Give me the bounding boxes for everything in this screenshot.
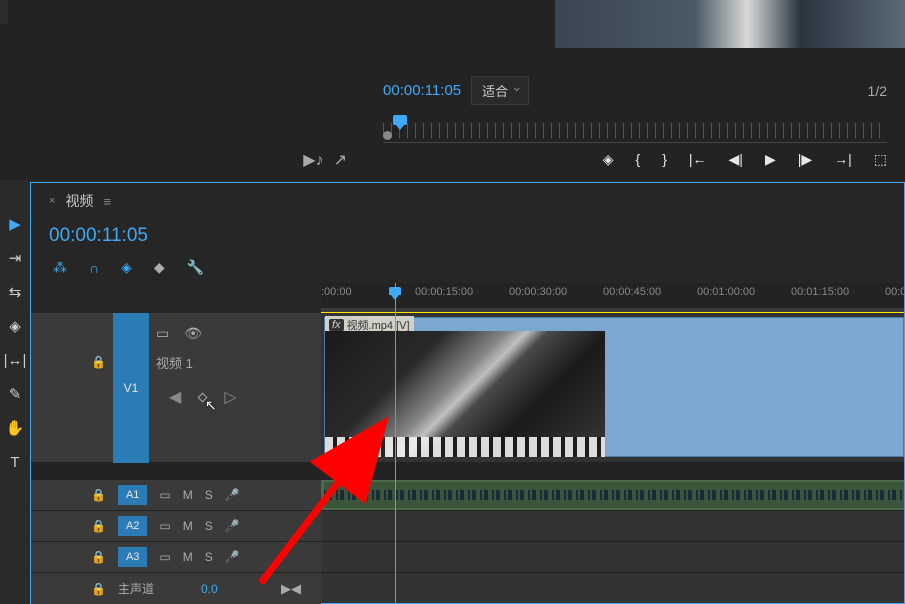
toggle-output-icon[interactable]: ▭: [156, 325, 169, 342]
play-audio-icon[interactable]: ▶♪: [303, 150, 323, 170]
voice-icon[interactable]: 🎤: [225, 519, 240, 533]
mark-in-icon[interactable]: {: [636, 151, 641, 168]
slip-tool-icon[interactable]: |↔|: [3, 348, 27, 372]
razor-tool-icon[interactable]: ◈: [3, 314, 27, 338]
mouse-cursor-icon: ↖: [205, 397, 217, 414]
toggle-output-icon[interactable]: ▭: [159, 550, 170, 564]
master-track[interactable]: [321, 573, 904, 603]
tool-palette: ▶ ⇥ ⇆ ◈ |↔| ✎ ✋ T: [0, 182, 30, 604]
marker-toggle-icon[interactable]: ◈: [121, 259, 132, 276]
zoom-dropdown[interactable]: 适合: [471, 76, 529, 105]
audio-track-a3[interactable]: [321, 542, 904, 573]
selection-tool-icon[interactable]: ▶: [3, 212, 27, 236]
v1-track-selector[interactable]: V1: [113, 313, 149, 463]
goto-in-icon[interactable]: |←: [689, 151, 707, 168]
step-back-icon[interactable]: ◀|: [729, 151, 743, 168]
close-icon[interactable]: ×: [49, 195, 55, 207]
audio-track-a1[interactable]: [321, 480, 904, 511]
audio-track-a2[interactable]: [321, 511, 904, 542]
voice-icon[interactable]: 🎤: [225, 488, 240, 502]
lock-icon[interactable]: 🔒: [91, 582, 106, 596]
a3-track-selector[interactable]: A3: [118, 547, 147, 567]
lock-icon[interactable]: 🔒: [91, 488, 106, 502]
playhead-line: [395, 283, 396, 603]
voice-icon[interactable]: 🎤: [225, 550, 240, 564]
settings-icon[interactable]: 🔧: [187, 259, 204, 276]
master-label: 主声道: [118, 580, 154, 597]
snap-icon[interactable]: ⁂: [53, 259, 67, 276]
sequence-title[interactable]: 视频: [65, 191, 93, 211]
mute-button[interactable]: M: [183, 550, 193, 564]
solo-button[interactable]: S: [205, 488, 213, 502]
prev-keyframe-icon[interactable]: ◀: [169, 387, 181, 407]
link-icon[interactable]: ∩: [89, 260, 99, 276]
audio-track-header-a2: 🔒 A2 ▭ M S 🎤: [31, 511, 321, 542]
program-timecode[interactable]: 00:00:11:05: [383, 82, 461, 99]
marker-icon[interactable]: ◈: [603, 151, 614, 168]
mute-button[interactable]: M: [183, 519, 193, 533]
video-track-v1[interactable]: fx视频.mp4 [V]: [321, 313, 904, 463]
hand-tool-icon[interactable]: ✋: [3, 416, 27, 440]
track-name[interactable]: 视频 1: [156, 353, 193, 372]
program-monitor: 00:00:11:05 适合 1/2 ◈ { } |← ◀| ▶ |▶ →| ⬚: [365, 0, 905, 180]
program-ruler[interactable]: [383, 113, 887, 143]
lock-icon[interactable]: 🔒: [91, 550, 106, 564]
video-track-header: 🔒 V1 ▭ 👁 视频 1 ◀ ▷ ↖: [31, 313, 321, 463]
video-preview: [555, 0, 905, 48]
collapse-icon[interactable]: ▶◀: [281, 581, 301, 597]
audio-clip[interactable]: [324, 482, 904, 508]
timeline-timecode[interactable]: 00:00:11:05: [31, 219, 904, 253]
toggle-visibility-icon[interactable]: 👁: [184, 325, 202, 342]
clip-thumbnail: [325, 331, 605, 457]
export-frame-icon[interactable]: ⬚: [874, 151, 887, 168]
goto-out-icon[interactable]: →|: [834, 151, 852, 168]
solo-button[interactable]: S: [205, 550, 213, 564]
a2-track-selector[interactable]: A2: [118, 516, 147, 536]
step-forward-icon[interactable]: |▶: [798, 151, 812, 168]
resolution-display[interactable]: 1/2: [868, 83, 887, 99]
panel-menu-icon[interactable]: ≡: [103, 194, 111, 209]
toggle-output-icon[interactable]: ▭: [159, 488, 170, 502]
lock-icon[interactable]: 🔒: [91, 355, 106, 369]
time-ruler[interactable]: :00:00 00:00:15:00 00:00:30:00 00:00:45:…: [321, 283, 904, 313]
master-db[interactable]: 0.0: [201, 582, 218, 596]
audio-track-header-a3: 🔒 A3 ▭ M S 🎤: [31, 542, 321, 573]
video-clip[interactable]: fx视频.mp4 [V]: [324, 317, 904, 457]
play-icon[interactable]: ▶: [765, 151, 776, 168]
source-panel: ▶♪ ↗: [0, 0, 365, 180]
timeline: × 视频 ≡ 00:00:11:05 ⁂ ∩ ◈ ◆ 🔧 🔒 V1 ▭ 👁: [30, 182, 905, 604]
ripple-tool-icon[interactable]: ⇆: [3, 280, 27, 304]
add-marker-icon[interactable]: ◆: [154, 259, 165, 276]
mark-out-icon[interactable]: }: [662, 151, 667, 168]
mute-button[interactable]: M: [183, 488, 193, 502]
audio-track-header-a1: 🔒 A1 ▭ M S 🎤: [31, 480, 321, 511]
type-tool-icon[interactable]: T: [3, 450, 27, 474]
next-keyframe-icon[interactable]: ▷: [224, 387, 236, 407]
playhead[interactable]: [389, 287, 401, 295]
track-select-tool-icon[interactable]: ⇥: [3, 246, 27, 270]
pen-tool-icon[interactable]: ✎: [3, 382, 27, 406]
solo-button[interactable]: S: [205, 519, 213, 533]
export-icon[interactable]: ↗: [334, 150, 347, 170]
toggle-output-icon[interactable]: ▭: [159, 519, 170, 533]
master-track-header: 🔒 主声道 0.0 ▶◀: [31, 573, 321, 604]
lock-icon[interactable]: 🔒: [91, 519, 106, 533]
a1-track-selector[interactable]: A1: [118, 485, 147, 505]
